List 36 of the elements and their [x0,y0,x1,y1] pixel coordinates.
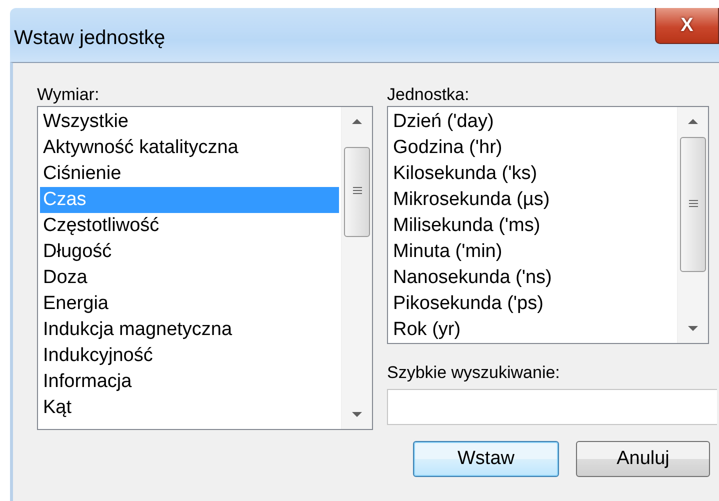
scrollbar[interactable] [341,107,372,429]
scroll-thumb[interactable] [344,147,370,237]
quick-search-field[interactable] [387,389,717,425]
list-item[interactable]: Indukcyjność [40,343,339,369]
scroll-up-icon[interactable] [688,119,698,124]
quick-search-label: Szybkie wyszukiwanie: [387,363,561,384]
list-item[interactable]: Mikrosekunda (µs) [390,187,675,213]
unit-label: Jednostka: [387,85,470,106]
window-title: Wstaw jednostkę [14,27,166,50]
list-item[interactable]: Energia [40,291,339,317]
list-item[interactable]: Ciśnienie [40,161,339,187]
close-button[interactable]: X [655,8,719,44]
scroll-thumb[interactable] [680,137,706,272]
list-item[interactable]: Godzina ('hr) [390,135,675,161]
insert-button[interactable]: Wstaw [413,441,559,477]
scrollbar[interactable] [677,107,708,343]
list-item[interactable]: Doza [40,265,339,291]
list-item[interactable]: Milisekunda ('ms) [390,213,675,239]
list-item[interactable]: Rok (yr) [390,317,675,343]
dimension-label: Wymiar: [37,85,100,106]
list-item[interactable]: Indukcja magnetyczna [40,317,339,343]
list-item[interactable]: Pikosekunda ('ps) [390,291,675,317]
cancel-button[interactable]: Anuluj [576,441,710,477]
list-item[interactable]: Kilosekunda ('ks) [390,161,675,187]
scroll-down-icon[interactable] [688,326,698,331]
list-item[interactable]: Minuta ('min) [390,239,675,265]
list-item[interactable]: Informacja [40,369,339,395]
list-item[interactable]: Nanosekunda ('ns) [390,265,675,291]
list-item[interactable]: Częstotliwość [40,213,339,239]
list-item[interactable]: Aktywność katalityczna [40,135,339,161]
scroll-down-icon[interactable] [352,412,362,417]
list-item[interactable]: Kąt [40,395,339,421]
list-item[interactable]: Dzień ('day) [390,109,675,135]
scroll-up-icon[interactable] [352,119,362,124]
list-item[interactable]: Wszystkie [40,109,339,135]
list-item[interactable]: Długość [40,239,339,265]
